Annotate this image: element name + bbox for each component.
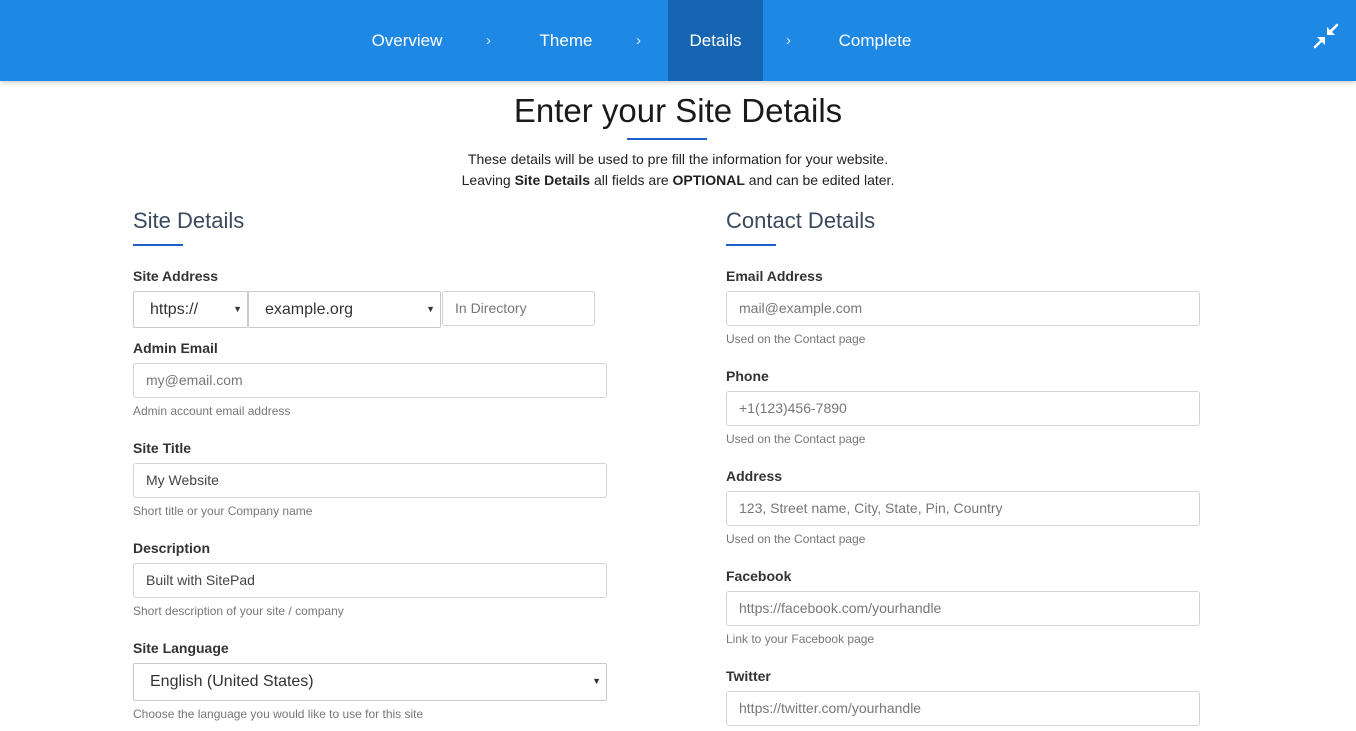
- directory-input[interactable]: In Directory: [442, 291, 595, 326]
- phone-input[interactable]: +1(123)456-7890: [726, 391, 1200, 426]
- tab-overview[interactable]: Overview: [353, 0, 461, 81]
- address-label: Address: [726, 468, 783, 484]
- protocol-select-value: https://: [150, 301, 199, 318]
- admin-email-label: Admin Email: [133, 340, 218, 356]
- site-details-heading: Site Details: [133, 208, 245, 233]
- chevron-down-icon: ▼: [592, 676, 601, 686]
- intro-text: Leaving: [461, 172, 515, 188]
- facebook-help: Link to your Facebook page: [726, 632, 875, 646]
- nav-separator-icon: ›: [636, 32, 641, 49]
- intro-text-line2: Leaving Site Details all fields are OPTI…: [0, 172, 1356, 188]
- nav-separator-icon: ›: [486, 32, 491, 49]
- title-underline: [627, 138, 707, 140]
- address-help: Used on the Contact page: [726, 532, 866, 546]
- phone-help: Used on the Contact page: [726, 432, 866, 446]
- site-language-label: Site Language: [133, 640, 229, 656]
- tab-details[interactable]: Details: [668, 0, 763, 81]
- domain-select-value: example.org: [265, 301, 354, 318]
- site-title-input[interactable]: My Website: [133, 463, 607, 498]
- address-input[interactable]: 123, Street name, City, State, Pin, Coun…: [726, 491, 1200, 526]
- twitter-input[interactable]: https://twitter.com/yourhandle: [726, 691, 1200, 726]
- facebook-input[interactable]: https://facebook.com/yourhandle: [726, 591, 1200, 626]
- description-input[interactable]: Built with SitePad: [133, 563, 607, 598]
- intro-emphasis: OPTIONAL: [672, 172, 745, 188]
- protocol-select[interactable]: https:// ▼: [133, 291, 248, 328]
- admin-email-help: Admin account email address: [133, 404, 291, 418]
- phone-label: Phone: [726, 368, 769, 384]
- description-help: Short description of your site / company: [133, 604, 344, 618]
- intro-text-line1: These details will be used to pre fill t…: [467, 151, 889, 167]
- nav-separator-icon: ›: [786, 32, 791, 49]
- section-underline: [133, 244, 183, 246]
- contact-email-input[interactable]: mail@example.com: [726, 291, 1200, 326]
- email-address-label: Email Address: [726, 268, 823, 284]
- site-address-label: Site Address: [133, 268, 219, 284]
- twitter-label: Twitter: [726, 668, 771, 684]
- contact-details-heading: Contact Details: [726, 208, 876, 233]
- site-title-label: Site Title: [133, 440, 192, 456]
- description-label: Description: [133, 540, 211, 556]
- intro-emphasis: Site Details: [514, 172, 591, 188]
- site-language-help: Choose the language you would like to us…: [133, 707, 424, 721]
- site-language-value: English (United States): [150, 673, 314, 690]
- facebook-label: Facebook: [726, 568, 792, 584]
- intro-text: all fields are: [590, 172, 673, 188]
- site-language-select[interactable]: English (United States) ▼: [133, 663, 607, 701]
- wizard-topbar: Overview › Theme › Details › Complete: [0, 0, 1356, 81]
- domain-select[interactable]: example.org ▼: [248, 291, 441, 328]
- chevron-down-icon: ▼: [426, 304, 435, 314]
- intro-text: and can be edited later.: [744, 172, 895, 188]
- collapse-arrows-icon[interactable]: [1312, 22, 1340, 50]
- site-title-help: Short title or your Company name: [133, 504, 313, 518]
- section-underline: [726, 244, 776, 246]
- admin-email-input[interactable]: my@email.com: [133, 363, 607, 398]
- tab-complete[interactable]: Complete: [825, 0, 925, 81]
- page-title: Enter your Site Details: [513, 92, 843, 129]
- contact-email-help: Used on the Contact page: [726, 332, 866, 346]
- tab-theme[interactable]: Theme: [520, 0, 612, 81]
- chevron-down-icon: ▼: [233, 304, 242, 314]
